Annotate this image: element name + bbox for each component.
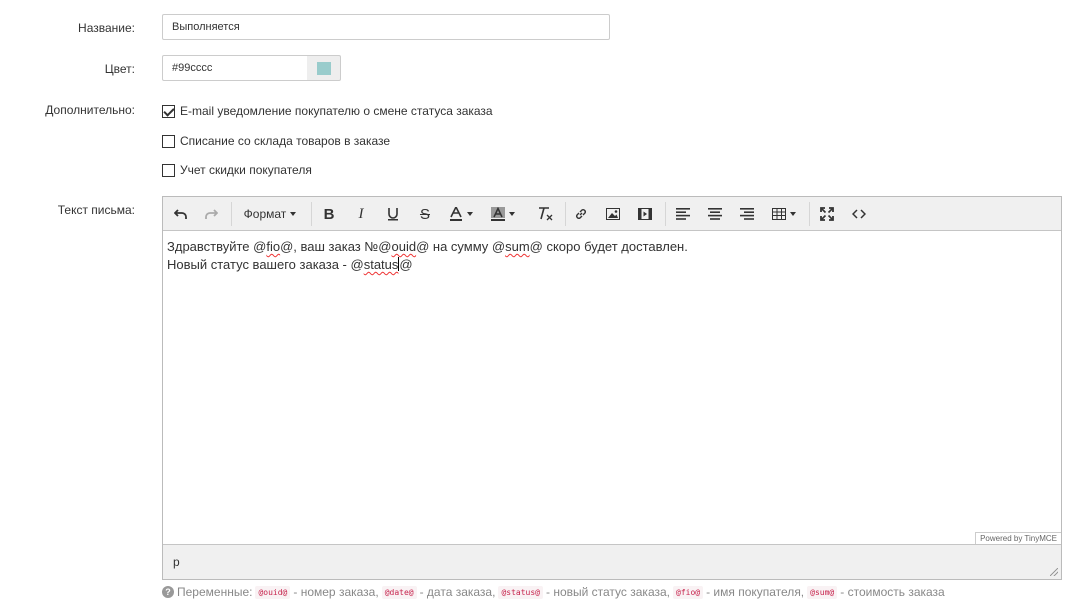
text-color-icon[interactable] xyxy=(443,201,479,227)
image-icon[interactable] xyxy=(601,201,625,227)
variables-help: ? Переменные: @ouid@ - номер заказа, @da… xyxy=(162,585,1053,599)
resize-handle-icon[interactable] xyxy=(1050,568,1058,576)
letter-text-label: Текст письма: xyxy=(57,203,135,217)
source-code-icon[interactable] xyxy=(847,201,871,227)
format-dropdown[interactable]: Формат xyxy=(237,201,303,227)
variable-desc: - новый статус заказа, xyxy=(545,585,670,599)
chevron-down-icon xyxy=(290,212,297,216)
checkbox-label: Учет скидки покупателя xyxy=(180,163,312,177)
editor-content-area[interactable]: Здравствуйте @fio@, ваш заказ №@ouid@ на… xyxy=(163,231,1061,545)
rich-text-editor: Формат B I S Здравствуйте @fio@, ваш зак… xyxy=(162,196,1062,580)
checkbox-label: E-mail уведомление покупателю о смене ст… xyxy=(180,104,493,118)
editor-toolbar: Формат B I S xyxy=(163,197,1061,231)
checkbox-email-notify[interactable]: E-mail уведомление покупателю о смене ст… xyxy=(162,103,493,119)
variable-desc: - дата заказа, xyxy=(419,585,496,599)
content-line-2: Новый статус вашего заказа - @status@ xyxy=(167,257,413,272)
checkbox-stock-writeoff[interactable]: Списание со склада товаров в заказе xyxy=(162,133,390,149)
variable-desc: - стоимость заказа xyxy=(840,585,945,599)
content-line-1: Здравствуйте @fio@, ваш заказ №@ouid@ на… xyxy=(167,239,688,254)
variable-code: @date@ xyxy=(381,585,417,599)
checkbox-icon[interactable] xyxy=(162,163,175,177)
strikethrough-icon[interactable]: S xyxy=(413,201,437,227)
variable-desc: - номер заказа, xyxy=(293,585,379,599)
align-right-icon[interactable] xyxy=(735,201,759,227)
format-label: Формат xyxy=(243,207,287,221)
table-icon[interactable] xyxy=(767,201,801,227)
variable-code: @fio@ xyxy=(673,585,704,599)
align-center-icon[interactable] xyxy=(703,201,727,227)
redo-icon[interactable] xyxy=(199,201,223,227)
bold-icon[interactable]: B xyxy=(317,201,341,227)
variables-prefix: Переменные: xyxy=(177,585,253,599)
underline-icon[interactable] xyxy=(381,201,405,227)
element-path[interactable]: p xyxy=(173,555,180,569)
background-color-icon[interactable] xyxy=(485,201,521,227)
checkbox-icon[interactable] xyxy=(162,134,175,148)
variable-code: @status@ xyxy=(498,585,543,599)
editor-statusbar: p xyxy=(163,544,1061,579)
media-icon[interactable] xyxy=(633,201,657,227)
italic-icon[interactable]: I xyxy=(349,201,373,227)
color-label: Цвет: xyxy=(104,62,135,76)
link-icon[interactable] xyxy=(569,201,593,227)
color-input[interactable] xyxy=(162,55,308,81)
color-swatch xyxy=(317,62,331,75)
variable-desc: - имя покупателя, xyxy=(706,585,805,599)
question-icon: ? xyxy=(162,586,174,598)
variable-code: @ouid@ xyxy=(255,585,291,599)
checkbox-customer-discount[interactable]: Учет скидки покупателя xyxy=(162,162,312,178)
variable-code: @sum@ xyxy=(807,585,838,599)
name-label: Название: xyxy=(78,21,135,35)
clear-formatting-icon[interactable] xyxy=(533,201,557,227)
color-picker-button[interactable] xyxy=(307,55,341,81)
checkbox-label: Списание со склада товаров в заказе xyxy=(180,134,391,148)
extra-label: Дополнительно: xyxy=(45,103,135,117)
undo-icon[interactable] xyxy=(169,201,193,227)
fullscreen-icon[interactable] xyxy=(815,201,839,227)
name-input[interactable] xyxy=(162,14,610,40)
checkbox-icon[interactable] xyxy=(162,104,175,118)
align-left-icon[interactable] xyxy=(671,201,695,227)
